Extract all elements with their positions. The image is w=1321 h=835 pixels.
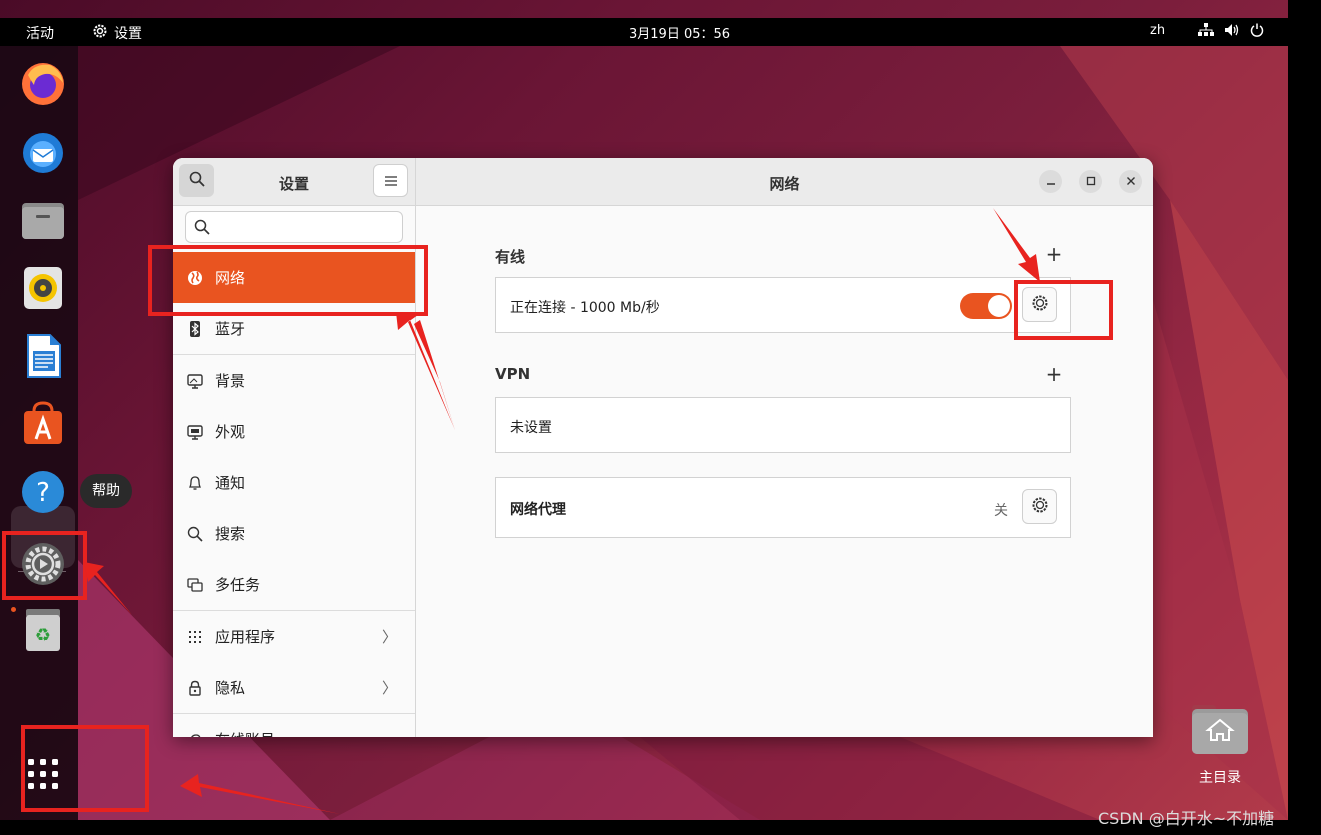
cloud-icon [187,732,203,737]
home-folder-label: 主目录 [1199,770,1241,786]
sidebar-item-label: 通知 [215,474,246,492]
sidebar-item-label: 隐私 [215,679,246,697]
home-folder-icon[interactable] [1191,703,1249,755]
dock-tooltip: 帮助 [80,474,132,508]
lock-icon [187,680,203,696]
sidebar-item-privacy[interactable]: 隐私 〉 [173,662,415,713]
sidebar-item-label: 背景 [215,372,246,390]
close-button[interactable] [1119,170,1142,193]
bell-icon [187,475,203,491]
sidebar-item-label: 应用程序 [215,628,276,646]
files-icon[interactable] [17,194,69,246]
libreoffice-writer-icon[interactable] [17,330,69,382]
hamburger-icon [384,171,397,190]
wired-toggle[interactable] [960,293,1012,319]
annotation-box-wired-settings [1014,280,1113,340]
minimize-icon [1046,175,1056,189]
sidebar-item-multitasking[interactable]: 多任务 [173,559,415,610]
thunderbird-icon[interactable] [17,126,69,178]
panel-header: 网络 [416,158,1153,206]
network-icon [1198,23,1214,41]
system-tray[interactable] [1198,23,1264,41]
svg-text:?: ? [36,478,50,508]
add-vpn-button[interactable]: + [1044,362,1064,386]
app-name: 设置 [114,26,142,42]
sidebar-item-label: 搜索 [215,525,246,543]
bluetooth-icon [187,320,203,337]
apps-grid-icon [187,629,203,645]
app-center-icon[interactable] [17,398,69,450]
annotation-box-settings-app [2,531,87,600]
search-icon [187,526,203,542]
chevron-right-icon: 〉 [381,679,397,697]
sidebar-item-applications[interactable]: 应用程序 〉 [173,610,415,662]
wired-connection-row: 正在连接 - 1000 Mb/秒 [495,277,1071,333]
annotation-box-show-apps [21,725,149,812]
maximize-icon [1086,175,1096,189]
sidebar-item-label: 外观 [215,423,246,441]
trash-icon[interactable]: ♻ [17,604,69,656]
proxy-settings-button[interactable] [1022,489,1057,524]
running-indicator [11,607,16,612]
gear-icon [1031,496,1049,518]
vpn-row: 未设置 [495,397,1071,453]
sidebar-item-label: 多任务 [215,576,261,594]
sidebar-item-online-accounts[interactable]: 在线账号 [173,713,415,737]
monitor-icon [187,373,203,389]
wired-section-title: 有线 [495,248,526,266]
vpn-section-title: VPN [495,365,531,383]
wired-status: 正在连接 - 1000 Mb/秒 [510,300,660,316]
network-panel: 网络 有线 + 正在连接 - 1000 Mb/秒 VPN + 未设置 网络代理 … [416,158,1153,737]
network-proxy-row[interactable]: 网络代理 关 [495,477,1071,538]
vpn-status: 未设置 [510,420,552,436]
clock[interactable]: 3月19日 05：56 [629,23,730,42]
input-language[interactable]: zh [1150,23,1165,38]
search-input[interactable] [216,216,400,240]
sidebar-header: 设置 [173,158,415,206]
proxy-label: 网络代理 [510,502,566,518]
proxy-state: 关 [994,503,1008,519]
sidebar-item-search[interactable]: 搜索 [173,508,415,559]
sidebar-item-background[interactable]: 背景 [173,354,415,406]
appearance-icon [187,424,203,440]
annotation-box-network [148,245,428,316]
maximize-button[interactable] [1079,170,1102,193]
app-menu[interactable]: 设置 [92,23,142,43]
multitask-icon [187,577,203,593]
add-wired-button[interactable]: + [1044,242,1064,266]
settings-nav: 网络 蓝牙 背景 外观 通知 搜索 多任务 应用程序 〉 隐私 〉 [173,252,415,737]
sidebar-item-notifications[interactable]: 通知 [173,457,415,508]
search-icon [194,219,210,239]
close-icon [1126,175,1136,189]
top-bar: 活动 设置 3月19日 05：56 zh [0,18,1288,46]
chevron-right-icon: 〉 [381,628,397,646]
gear-icon [92,23,108,43]
hamburger-menu-button[interactable] [373,164,408,197]
sidebar-item-appearance[interactable]: 外观 [173,406,415,457]
rhythmbox-icon[interactable] [17,262,69,314]
sidebar-search-field[interactable] [185,211,403,243]
help-icon[interactable]: ? [17,466,69,518]
volume-icon [1224,23,1240,41]
watermark: CSDN @白开水~不加糖 [1098,809,1275,828]
minimize-button[interactable] [1039,170,1062,193]
activities-button[interactable]: 活动 [26,23,54,43]
svg-text:♻: ♻ [35,625,51,646]
sidebar-item-label: 蓝牙 [215,320,246,338]
firefox-icon[interactable] [17,58,69,110]
power-icon [1250,23,1264,41]
sidebar-item-label: 在线账号 [215,729,275,737]
dock: ? ♻ [0,46,78,820]
